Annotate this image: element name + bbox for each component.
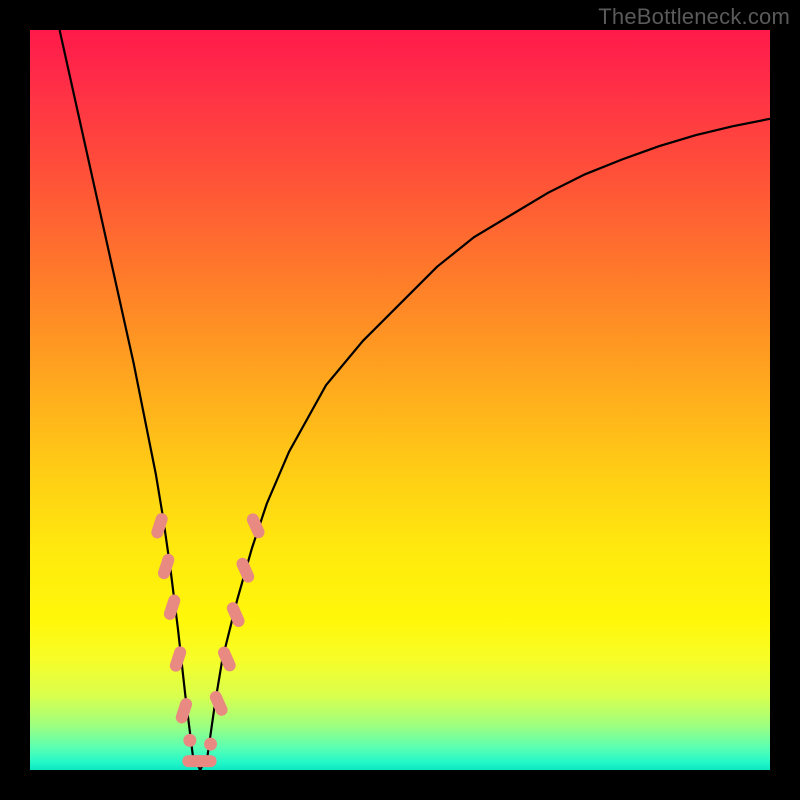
- curve-svg: [30, 30, 770, 770]
- marker: [156, 552, 175, 580]
- chart-frame: TheBottleneck.com: [0, 0, 800, 800]
- curve-path: [60, 30, 770, 770]
- marker: [235, 556, 257, 585]
- watermark-text: TheBottleneck.com: [598, 4, 790, 30]
- bottleneck-curve: [60, 30, 770, 770]
- plot-area: [30, 30, 770, 770]
- marker: [225, 600, 247, 629]
- marker: [183, 734, 196, 747]
- marker: [174, 697, 193, 725]
- marker: [208, 689, 230, 718]
- marker: [193, 755, 217, 767]
- marker: [216, 645, 238, 674]
- marker: [168, 645, 187, 673]
- marker: [204, 738, 217, 751]
- marker: [162, 593, 181, 621]
